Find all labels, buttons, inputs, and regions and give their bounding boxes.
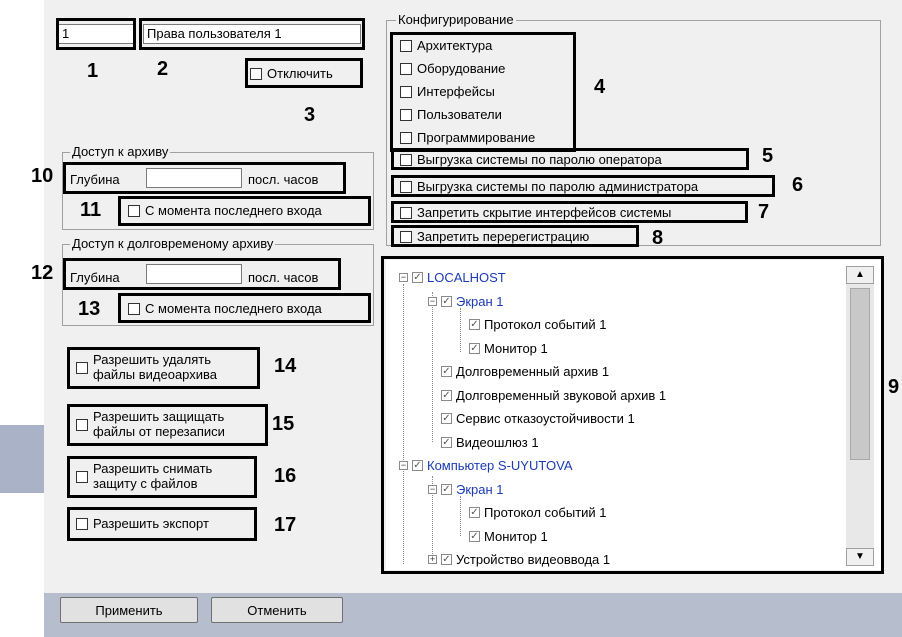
callout-2: 2: [157, 58, 169, 80]
highlight-9: [381, 256, 884, 574]
apply-button[interactable]: Применить: [60, 597, 198, 623]
highlight-16: [67, 456, 257, 498]
callout-14: 14: [274, 355, 297, 377]
highlight-17: [67, 507, 257, 541]
left-side-strip: [0, 425, 44, 493]
highlight-10: [63, 162, 346, 194]
callout-13: 13: [78, 298, 101, 320]
callout-12: 12: [31, 262, 54, 284]
archive-access-title: Доступ к архиву: [70, 144, 171, 159]
highlight-2: [139, 18, 365, 50]
callout-1: 1: [87, 60, 99, 82]
callout-5: 5: [762, 145, 774, 167]
highlight-7: [391, 201, 748, 223]
highlight-5: [391, 148, 749, 170]
highlight-14: [67, 347, 260, 389]
callout-9: 9: [888, 376, 900, 398]
callout-15: 15: [272, 413, 295, 435]
highlight-4: [390, 32, 576, 152]
highlight-11: [118, 196, 371, 226]
callout-6: 6: [792, 174, 804, 196]
highlight-12: [63, 258, 341, 290]
highlight-6: [391, 175, 775, 197]
callout-8: 8: [652, 227, 664, 249]
callout-7: 7: [758, 201, 770, 223]
highlight-1: [56, 18, 136, 50]
highlight-8: [391, 225, 639, 247]
callout-17: 17: [274, 514, 297, 536]
callout-4: 4: [594, 76, 606, 98]
callout-11: 11: [80, 199, 102, 221]
highlight-13: [118, 293, 371, 323]
callout-10: 10: [31, 165, 54, 187]
callout-16: 16: [274, 465, 297, 487]
callout-3: 3: [304, 104, 316, 126]
configuration-title: Конфигурирование: [396, 12, 516, 27]
long-archive-access-title: Доступ к долговременому архиву: [70, 236, 276, 251]
highlight-15: [67, 404, 268, 446]
cancel-button[interactable]: Отменить: [211, 597, 343, 623]
highlight-3: [245, 58, 363, 88]
